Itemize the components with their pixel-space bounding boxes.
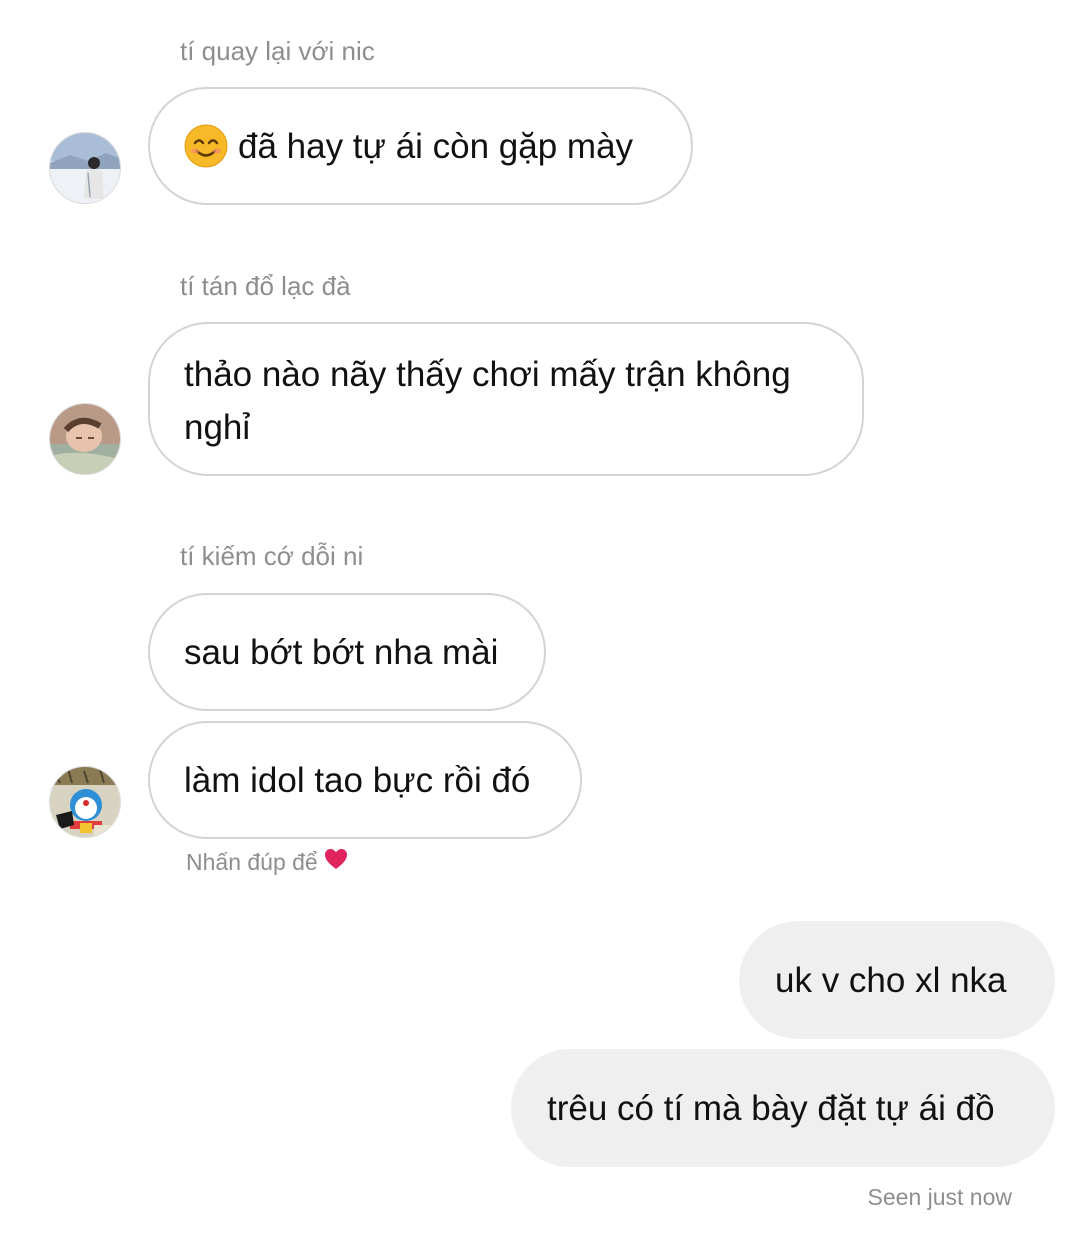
sender-name-3: tí kiếm cớ dỗi ni bbox=[180, 541, 364, 571]
seen-status: Seen just now bbox=[867, 1184, 1012, 1210]
message-text: thảo nào nãy thấy chơi mấy trận không ng… bbox=[184, 355, 791, 447]
message-bubble-incoming[interactable]: sau bớt bớt nha mài bbox=[148, 593, 546, 711]
message-bubble-incoming[interactable]: đã hay tự ái còn gặp mày bbox=[148, 87, 693, 205]
message-text: sau bớt bớt nha mài bbox=[184, 632, 499, 672]
smiling-face-icon bbox=[184, 124, 228, 168]
message-bubble-outgoing[interactable]: trêu có tí mà bày đặt tự ái đồ bbox=[511, 1049, 1055, 1167]
avatar[interactable] bbox=[49, 403, 121, 475]
heart-icon[interactable] bbox=[324, 848, 348, 876]
avatar[interactable] bbox=[49, 132, 121, 204]
message-text: đã hay tự ái còn gặp mày bbox=[238, 126, 634, 166]
sender-name-2: tí tán đổ lạc đà bbox=[180, 271, 351, 301]
double-tap-hint: Nhấn đúp để bbox=[186, 848, 348, 876]
avatar[interactable] bbox=[49, 766, 121, 838]
message-text: uk v cho xl nka bbox=[775, 960, 1007, 1000]
message-text: trêu có tí mà bày đặt tự ái đồ bbox=[547, 1088, 995, 1128]
message-text: làm idol tao bực rồi đó bbox=[184, 760, 531, 800]
message-bubble-incoming[interactable]: làm idol tao bực rồi đó bbox=[148, 721, 582, 839]
message-bubble-incoming[interactable]: thảo nào nãy thấy chơi mấy trận không ng… bbox=[148, 322, 864, 476]
sender-name-1: tí quay lại với nic bbox=[180, 36, 375, 66]
message-bubble-outgoing[interactable]: uk v cho xl nka bbox=[739, 921, 1055, 1039]
